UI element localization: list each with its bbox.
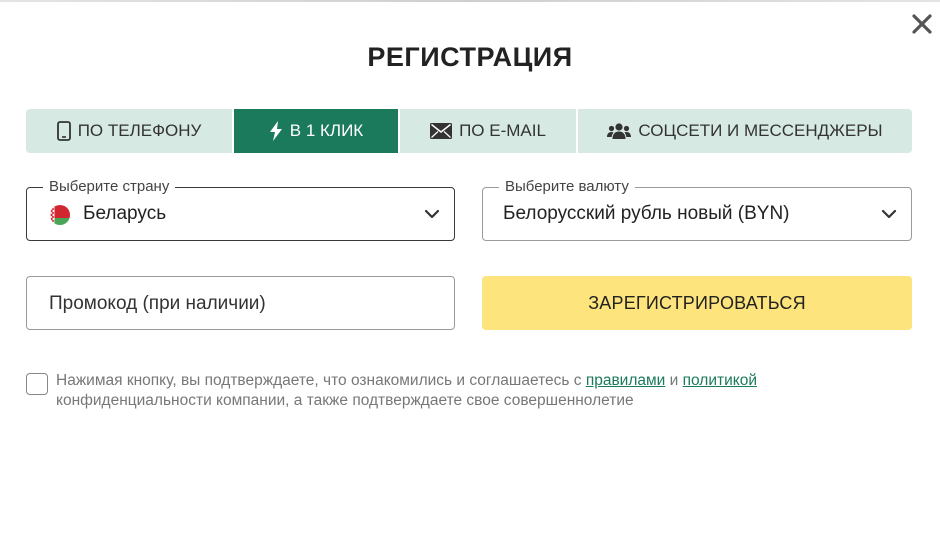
currency-value: Белорусский рубль новый (BYN) (503, 203, 790, 224)
top-divider (0, 0, 940, 2)
modal-title: РЕГИСТРАЦИЯ (367, 42, 573, 72)
tab-phone[interactable]: ПО ТЕЛЕФОНУ (26, 109, 234, 153)
belarus-flag-icon (50, 205, 70, 225)
consent-text-and: и (665, 372, 683, 389)
phone-icon (56, 121, 71, 141)
policy-link[interactable]: политикой (683, 372, 757, 389)
tab-email[interactable]: ПО E-MAIL (400, 109, 578, 153)
close-button[interactable] (908, 10, 936, 38)
registration-tabs: ПО ТЕЛЕФОНУ В 1 КЛИК ПО E-MAIL СОЦСЕТИ И… (26, 109, 912, 153)
consent-text-after: конфиденциальности компании, а также под… (56, 391, 634, 409)
country-select[interactable]: Выберите страну Беларусь (26, 178, 455, 241)
promo-code-placeholder: Промокод (при наличии) (49, 293, 266, 314)
rules-link[interactable]: правилами (586, 372, 666, 389)
chevron-down-icon (424, 209, 440, 219)
chevron-down-icon (881, 209, 897, 219)
tab-one-click-label: В 1 КЛИК (289, 121, 364, 140)
tab-phone-label: ПО ТЕЛЕФОНУ (77, 121, 202, 140)
tab-social-label: СОЦСЕТИ И МЕССЕНДЖЕРЫ (638, 121, 883, 140)
tab-one-click[interactable]: В 1 КЛИК (234, 109, 400, 153)
envelope-icon (430, 123, 453, 139)
country-label: Выберите страну (43, 178, 176, 195)
tab-social[interactable]: СОЦСЕТИ И МЕССЕНДЖЕРЫ (578, 109, 912, 153)
consent-text-before: Нажимая кнопку, вы подтверждаете, что оз… (56, 372, 586, 389)
country-value: Беларусь (83, 203, 167, 224)
tab-email-label: ПО E-MAIL (459, 121, 546, 140)
users-icon (607, 123, 632, 139)
close-icon (912, 14, 932, 34)
consent-text: Нажимая кнопку, вы подтверждаете, что оз… (56, 371, 886, 410)
consent-checkbox[interactable] (26, 373, 48, 395)
promo-code-input[interactable]: Промокод (при наличии) (26, 276, 455, 330)
register-button[interactable]: ЗАРЕГИСТРИРОВАТЬСЯ (482, 276, 912, 330)
currency-label: Выберите валюту (499, 178, 635, 195)
lightning-icon (269, 121, 282, 141)
currency-select[interactable]: Выберите валюту Белорусский рубль новый … (482, 178, 912, 241)
